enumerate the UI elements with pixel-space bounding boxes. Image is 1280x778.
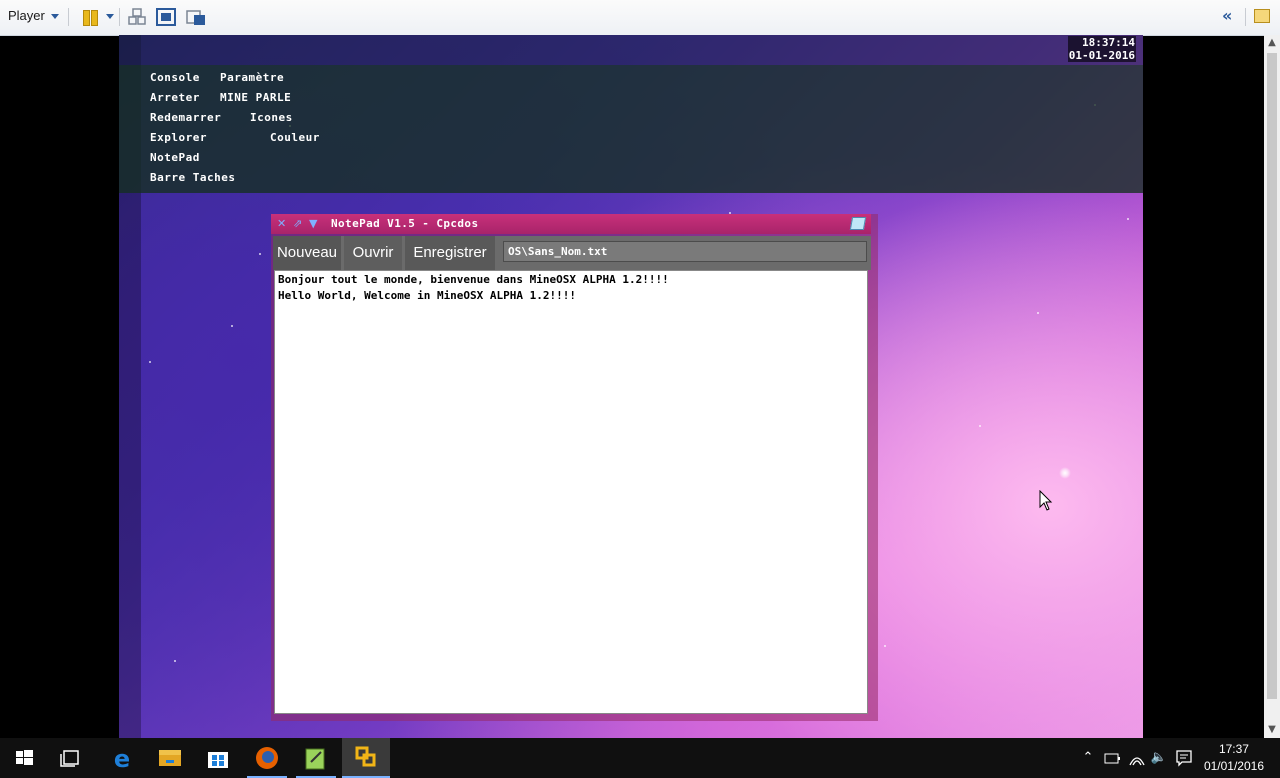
scroll-up-icon[interactable]: ▲	[1264, 35, 1280, 51]
file-explorer-icon[interactable]	[146, 738, 194, 778]
unity-icon[interactable]	[186, 8, 206, 26]
vm-screen[interactable]: 18:37:14 01-01-2016 Console Paramètre Ar…	[119, 35, 1143, 738]
new-button[interactable]: Nouveau	[273, 236, 341, 270]
guest-top-strip	[119, 35, 1143, 65]
notepad-title: NotePad V1.5 - Cpcdos	[331, 217, 479, 230]
menu-parametre[interactable]: Paramètre	[220, 71, 284, 84]
vmware-player-icon[interactable]	[342, 738, 390, 778]
action-center-icon[interactable]	[1174, 738, 1194, 778]
mouse-cursor-icon	[1039, 490, 1053, 511]
volume-icon[interactable]: 🔈	[1150, 738, 1168, 778]
toolbar-separator	[68, 8, 69, 26]
menu-redemarrer[interactable]: Redemarrer	[150, 111, 221, 124]
windows-taskbar: e ⌃ 🔈 17:37 01/01/2016	[0, 738, 1280, 778]
guest-clock-date: 01-01-2016	[1067, 49, 1136, 62]
toolbar-separator	[119, 8, 120, 26]
notepad-app-icon	[849, 217, 867, 230]
taskbar-clock[interactable]: 17:37 01/01/2016	[1204, 741, 1264, 775]
send-ctrl-alt-del-icon[interactable]	[127, 8, 147, 26]
menu-couleur[interactable]: Couleur	[270, 131, 320, 144]
vertical-scrollbar[interactable]: ▲ ▼	[1264, 35, 1280, 738]
guest-start-menu: Console Paramètre Arreter MINE PARLE Red…	[119, 65, 1143, 193]
taskbar-date: 01/01/2016	[1203, 759, 1264, 773]
scrollbar-thumb[interactable]	[1267, 53, 1277, 699]
vmware-toolbar: Player «	[0, 0, 1280, 36]
menu-icones[interactable]: Icones	[250, 111, 293, 124]
notepad-toolbar: Nouveau Ouvrir Enregistrer OS\Sans_Nom.t…	[273, 236, 871, 270]
notepad-titlebar[interactable]: ✕ ⇗ ▼ NotePad V1.5 - Cpcdos	[271, 214, 871, 234]
maximize-icon[interactable]: ⇗	[293, 218, 302, 230]
notepad-window: ✕ ⇗ ▼ NotePad V1.5 - Cpcdos Nouveau Ouvr…	[271, 214, 878, 721]
menu-arreter[interactable]: Arreter	[150, 91, 200, 104]
double-chevron-icon[interactable]: «	[1222, 6, 1232, 25]
player-menu[interactable]: Player	[8, 8, 59, 23]
menu-console[interactable]: Console	[150, 71, 200, 84]
sparkle	[1059, 467, 1071, 479]
taskbar-time: 17:37	[1218, 742, 1249, 756]
chevron-down-icon	[50, 14, 59, 20]
firefox-icon[interactable]	[243, 738, 291, 778]
toolbar-separator	[1245, 8, 1246, 26]
open-button[interactable]: Ouvrir	[344, 236, 402, 270]
show-hidden-icons-icon[interactable]: ⌃	[1080, 738, 1096, 778]
store-icon[interactable]	[194, 738, 242, 778]
scroll-down-icon[interactable]: ▼	[1264, 722, 1280, 738]
player-menu-label: Player	[8, 8, 45, 23]
guest-clock: 18:37:14 01-01-2016	[1067, 36, 1136, 62]
library-icon[interactable]	[1254, 9, 1270, 23]
windows-start-icon[interactable]	[0, 738, 48, 778]
network-icon[interactable]	[1127, 738, 1147, 778]
file-path-field[interactable]: OS\Sans_Nom.txt	[503, 241, 867, 262]
menu-notepad[interactable]: NotePad	[150, 151, 200, 164]
save-button[interactable]: Enregistrer	[405, 236, 495, 270]
text-line: Bonjour tout le monde, bienvenue dans Mi…	[278, 273, 669, 286]
menu-explorer[interactable]: Explorer	[150, 131, 207, 144]
notepad-plus-icon[interactable]	[292, 738, 340, 778]
chevron-down-icon[interactable]	[106, 14, 114, 19]
svg-text:e: e	[114, 745, 130, 773]
battery-icon[interactable]	[1102, 738, 1122, 778]
edge-icon[interactable]: e	[98, 738, 146, 778]
pause-icon[interactable]	[82, 8, 102, 26]
notepad-text-area[interactable]: Bonjour tout le monde, bienvenue dans Mi…	[274, 270, 868, 714]
minimize-icon[interactable]: ▼	[309, 218, 317, 230]
text-line: Hello World, Welcome in MineOSX ALPHA 1.…	[278, 289, 577, 302]
close-icon[interactable]: ✕	[277, 218, 286, 230]
guest-clock-time: 18:37:14	[1067, 36, 1136, 49]
fullscreen-icon[interactable]	[156, 8, 176, 26]
menu-barre-taches[interactable]: Barre Taches	[150, 171, 235, 184]
menu-mine-parle[interactable]: MINE PARLE	[220, 91, 291, 104]
task-view-icon[interactable]	[48, 738, 96, 778]
